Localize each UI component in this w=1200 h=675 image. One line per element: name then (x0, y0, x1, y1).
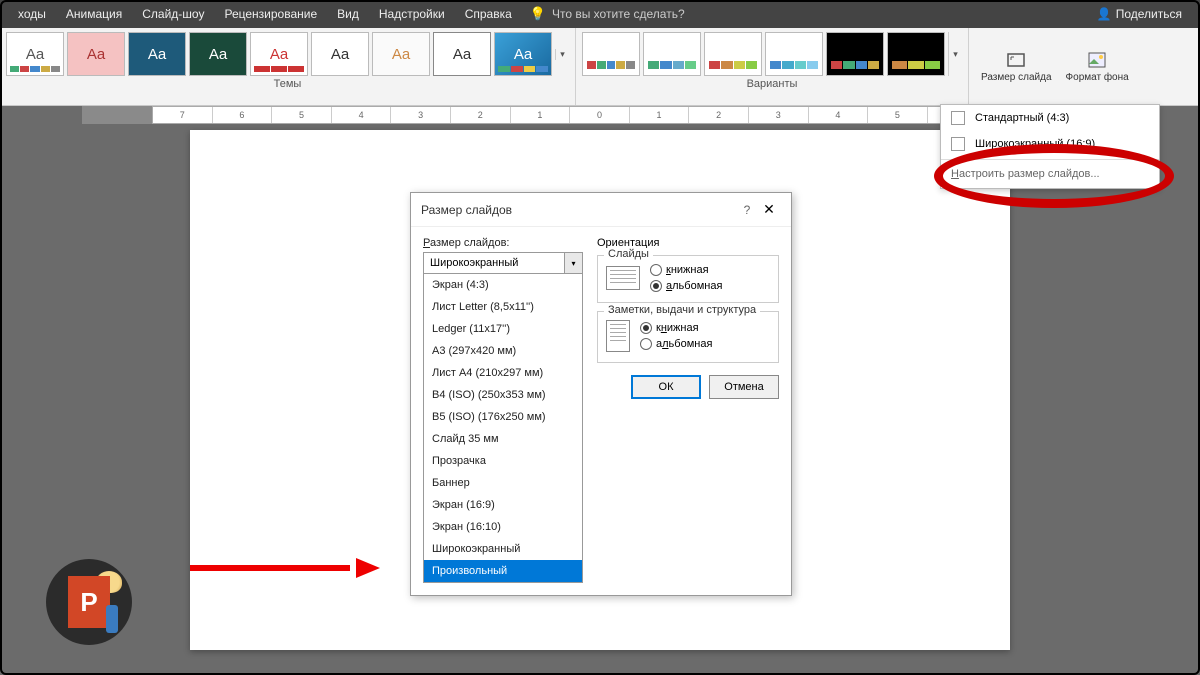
size-option[interactable]: Лист Letter (8,5x11'') (424, 296, 582, 318)
landscape-icon (606, 266, 640, 290)
variant-thumb[interactable] (704, 32, 762, 76)
lightbulb-icon: 💡 (530, 6, 546, 22)
theme-thumb[interactable]: Aa (433, 32, 491, 76)
portrait-icon (606, 320, 630, 352)
cancel-button[interactable]: Отмена (709, 375, 779, 399)
radio-landscape[interactable]: альбомная (640, 338, 712, 350)
radio-label: альбомная (656, 338, 712, 350)
theme-thumb[interactable]: Aa (311, 32, 369, 76)
variant-thumb[interactable] (887, 32, 945, 76)
radio-portrait[interactable]: книжная (650, 264, 722, 276)
tell-me-label: Что вы хотите сделать? (552, 7, 685, 21)
menu-bar: ходы Анимация Слайд-шоу Рецензирование В… (0, 0, 1200, 28)
size-option[interactable]: A3 (297x420 мм) (424, 340, 582, 362)
menu-review[interactable]: Рецензирование (214, 7, 327, 21)
theme-thumb[interactable]: Aa (189, 32, 247, 76)
dialog-help-button[interactable]: ? (737, 203, 757, 217)
theme-thumb[interactable]: Aa (6, 32, 64, 76)
size-combo-value: Широкоэкранный (424, 253, 564, 273)
checkbox-icon (951, 137, 965, 151)
radio-label: альбомная (666, 280, 722, 292)
size-option[interactable]: Экран (4:3) (424, 274, 582, 296)
format-background-button[interactable]: Формат фона (1060, 32, 1135, 101)
menu-help[interactable]: Справка (455, 7, 522, 21)
checkbox-icon (951, 111, 965, 125)
share-label: Поделиться (1116, 7, 1182, 21)
themes-group-label: Темы (0, 78, 575, 92)
size-option-standard[interactable]: Стандартный (4:3) (941, 105, 1159, 131)
size-option[interactable]: Экран (16:9) (424, 494, 582, 516)
variants-group: ▾ Варианты (576, 28, 969, 105)
tell-me-search[interactable]: 💡 Что вы хотите сделать? (530, 6, 685, 22)
horizontal-ruler: 765432101234567 (152, 106, 1048, 124)
size-option-custom[interactable]: Настроить размер слайдов... (941, 162, 1159, 188)
size-option-wide[interactable]: Широкоэкранный (16:9) (941, 131, 1159, 157)
menu-slideshow[interactable]: Слайд-шоу (132, 7, 214, 21)
chevron-down-icon[interactable]: ▾ (564, 253, 582, 273)
size-option-label: Стандартный (4:3) (975, 112, 1069, 124)
slide-size-dialog: Размер слайдов ? ✕ Размер слайдов: Широк… (410, 192, 792, 596)
menu-separator (941, 159, 1159, 160)
size-option[interactable]: Ledger (11x17'') (424, 318, 582, 340)
slides-legend: Слайды (604, 248, 653, 260)
dialog-close-button[interactable]: ✕ (757, 201, 781, 218)
size-option-label: Широкоэкранный (16:9) (975, 138, 1095, 150)
dialog-titlebar: Размер слайдов ? ✕ (411, 193, 791, 227)
variant-thumb[interactable] (582, 32, 640, 76)
radio-label: книжная (656, 322, 699, 334)
slides-orientation-group: Слайды книжная альбомная (597, 255, 779, 303)
notes-orientation-group: Заметки, выдачи и структура книжная альб… (597, 311, 779, 363)
variant-thumb[interactable] (826, 32, 884, 76)
ok-button[interactable]: ОК (631, 375, 701, 399)
size-option[interactable]: Прозрачка (424, 450, 582, 472)
themes-group: Aa Aa Aa Aa Aa Aa Aa Aa Aa ▾ Темы (0, 28, 576, 105)
size-option[interactable]: B4 (ISO) (250x353 мм) (424, 384, 582, 406)
share-icon: 👤 (1097, 7, 1112, 21)
size-option[interactable]: Слайд 35 мм (424, 428, 582, 450)
p-icon: P (68, 576, 110, 628)
size-option[interactable]: Экран (16:10) (424, 516, 582, 538)
format-bg-icon (1087, 50, 1107, 70)
variant-thumb[interactable] (643, 32, 701, 76)
theme-thumb[interactable]: Aa (128, 32, 186, 76)
themes-more-button[interactable]: ▾ (555, 49, 569, 60)
slide-size-menu: Стандартный (4:3) Широкоэкранный (16:9) … (940, 104, 1160, 189)
theme-thumb[interactable]: Aa (250, 32, 308, 76)
powerpoint-logo: P (46, 559, 132, 645)
format-bg-label: Формат фона (1066, 72, 1129, 83)
size-option-selected[interactable]: Произвольный (424, 560, 582, 582)
theme-thumb[interactable]: Aa (67, 32, 125, 76)
variants-group-label: Варианты (576, 78, 968, 92)
figure-icon (106, 605, 118, 633)
variants-more-button[interactable]: ▾ (948, 32, 962, 76)
theme-thumb[interactable]: Aa (372, 32, 430, 76)
slide-size-label: Размер слайда (981, 72, 1052, 83)
radio-label: книжная (666, 264, 709, 276)
theme-thumb[interactable]: Aa (494, 32, 552, 76)
size-combobox[interactable]: Широкоэкранный ▾ (423, 252, 583, 274)
menu-view[interactable]: Вид (327, 7, 369, 21)
slide-size-button[interactable]: Размер слайда (975, 32, 1058, 101)
ribbon-extras: Размер слайда Формат фона (969, 28, 1141, 105)
slide-size-icon (1006, 50, 1026, 70)
variant-thumb[interactable] (765, 32, 823, 76)
ribbon: Aa Aa Aa Aa Aa Aa Aa Aa Aa ▾ Темы ▾ Вари… (0, 28, 1200, 106)
dialog-title-text: Размер слайдов (421, 203, 737, 217)
radio-portrait[interactable]: книжная (640, 322, 712, 334)
size-dropdown-list: Экран (4:3) Лист Letter (8,5x11'') Ledge… (423, 274, 583, 583)
menu-transitions[interactable]: ходы (8, 7, 56, 21)
menu-animation[interactable]: Анимация (56, 7, 132, 21)
share-button[interactable]: 👤 Поделиться (1087, 7, 1192, 21)
size-field-label: Размер слайдов: (423, 237, 583, 249)
menu-addins[interactable]: Надстройки (369, 7, 455, 21)
size-option[interactable]: Широкоэкранный (424, 538, 582, 560)
notes-legend: Заметки, выдачи и структура (604, 304, 760, 316)
size-option[interactable]: Баннер (424, 472, 582, 494)
size-option[interactable]: B5 (ISO) (176x250 мм) (424, 406, 582, 428)
size-option[interactable]: Лист A4 (210x297 мм) (424, 362, 582, 384)
radio-landscape[interactable]: альбомная (650, 280, 722, 292)
